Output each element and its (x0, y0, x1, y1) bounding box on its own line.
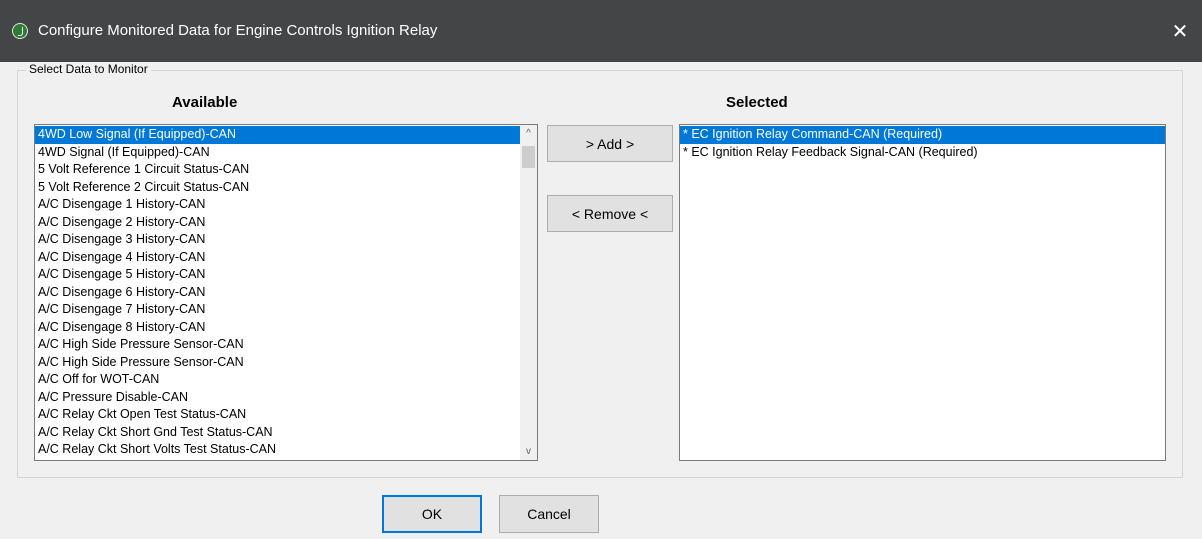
list-item[interactable]: A/C High Side Pressure Sensor-CAN (35, 336, 520, 354)
title-bar: Configure Monitored Data for Engine Cont… (0, 0, 1202, 62)
list-item[interactable]: A/C Disengage 4 History-CAN (35, 249, 520, 267)
list-item[interactable]: 4WD Low Signal (If Equipped)-CAN (35, 126, 520, 144)
available-items: 4WD Low Signal (If Equipped)-CAN 4WD Sign… (35, 125, 520, 459)
selected-listbox[interactable]: * EC Ignition Relay Command-CAN (Require… (679, 124, 1166, 461)
list-item[interactable]: A/C Disengage 2 History-CAN (35, 214, 520, 232)
close-button[interactable]: ✕ (1158, 0, 1202, 62)
list-item[interactable]: A/C Disengage 1 History-CAN (35, 196, 520, 214)
list-item[interactable]: A/C Relay Ckt Short Volts Test Status-CA… (35, 441, 520, 459)
list-item[interactable]: A/C Off for WOT-CAN (35, 371, 520, 389)
list-item[interactable]: * EC Ignition Relay Feedback Signal-CAN … (680, 144, 1165, 162)
list-item[interactable]: 5 Volt Reference 1 Circuit Status-CAN (35, 161, 520, 179)
scroll-up-icon[interactable]: ^ (520, 125, 537, 142)
list-item[interactable]: 5 Volt Reference 2 Circuit Status-CAN (35, 179, 520, 197)
list-item[interactable]: A/C Relay Ckt Open Test Status-CAN (35, 406, 520, 424)
list-item[interactable]: A/C Pressure Disable-CAN (35, 389, 520, 407)
add-button[interactable]: > Add > (547, 125, 673, 162)
list-item[interactable]: A/C Disengage 6 History-CAN (35, 284, 520, 302)
list-item[interactable]: A/C Disengage 5 History-CAN (35, 266, 520, 284)
cancel-button[interactable]: Cancel (499, 495, 599, 533)
list-item[interactable]: A/C Disengage 8 History-CAN (35, 319, 520, 337)
list-item[interactable]: A/C Disengage 3 History-CAN (35, 231, 520, 249)
list-item[interactable]: * EC Ignition Relay Command-CAN (Require… (680, 126, 1165, 144)
close-icon: ✕ (1171, 20, 1189, 43)
remove-button[interactable]: < Remove < (547, 195, 673, 232)
window-title: Configure Monitored Data for Engine Cont… (38, 22, 438, 39)
scroll-down-icon[interactable]: v (520, 443, 537, 460)
available-listbox[interactable]: 4WD Low Signal (If Equipped)-CAN 4WD Sign… (34, 124, 538, 461)
group-legend: Select Data to Monitor (26, 62, 151, 76)
ok-button[interactable]: OK (382, 495, 482, 533)
available-heading: Available (172, 94, 238, 111)
list-item[interactable]: A/C Relay Ckt Short Gnd Test Status-CAN (35, 424, 520, 442)
selected-heading: Selected (726, 94, 788, 111)
scroll-thumb[interactable] (522, 146, 535, 168)
list-item[interactable]: A/C Disengage 7 History-CAN (35, 301, 520, 319)
list-item[interactable]: A/C High Side Pressure Sensor-CAN (35, 354, 520, 372)
app-icon (12, 23, 28, 39)
list-item[interactable]: 4WD Signal (If Equipped)-CAN (35, 144, 520, 162)
available-scrollbar[interactable]: ^ v (520, 125, 537, 460)
selected-items: * EC Ignition Relay Command-CAN (Require… (680, 125, 1165, 161)
